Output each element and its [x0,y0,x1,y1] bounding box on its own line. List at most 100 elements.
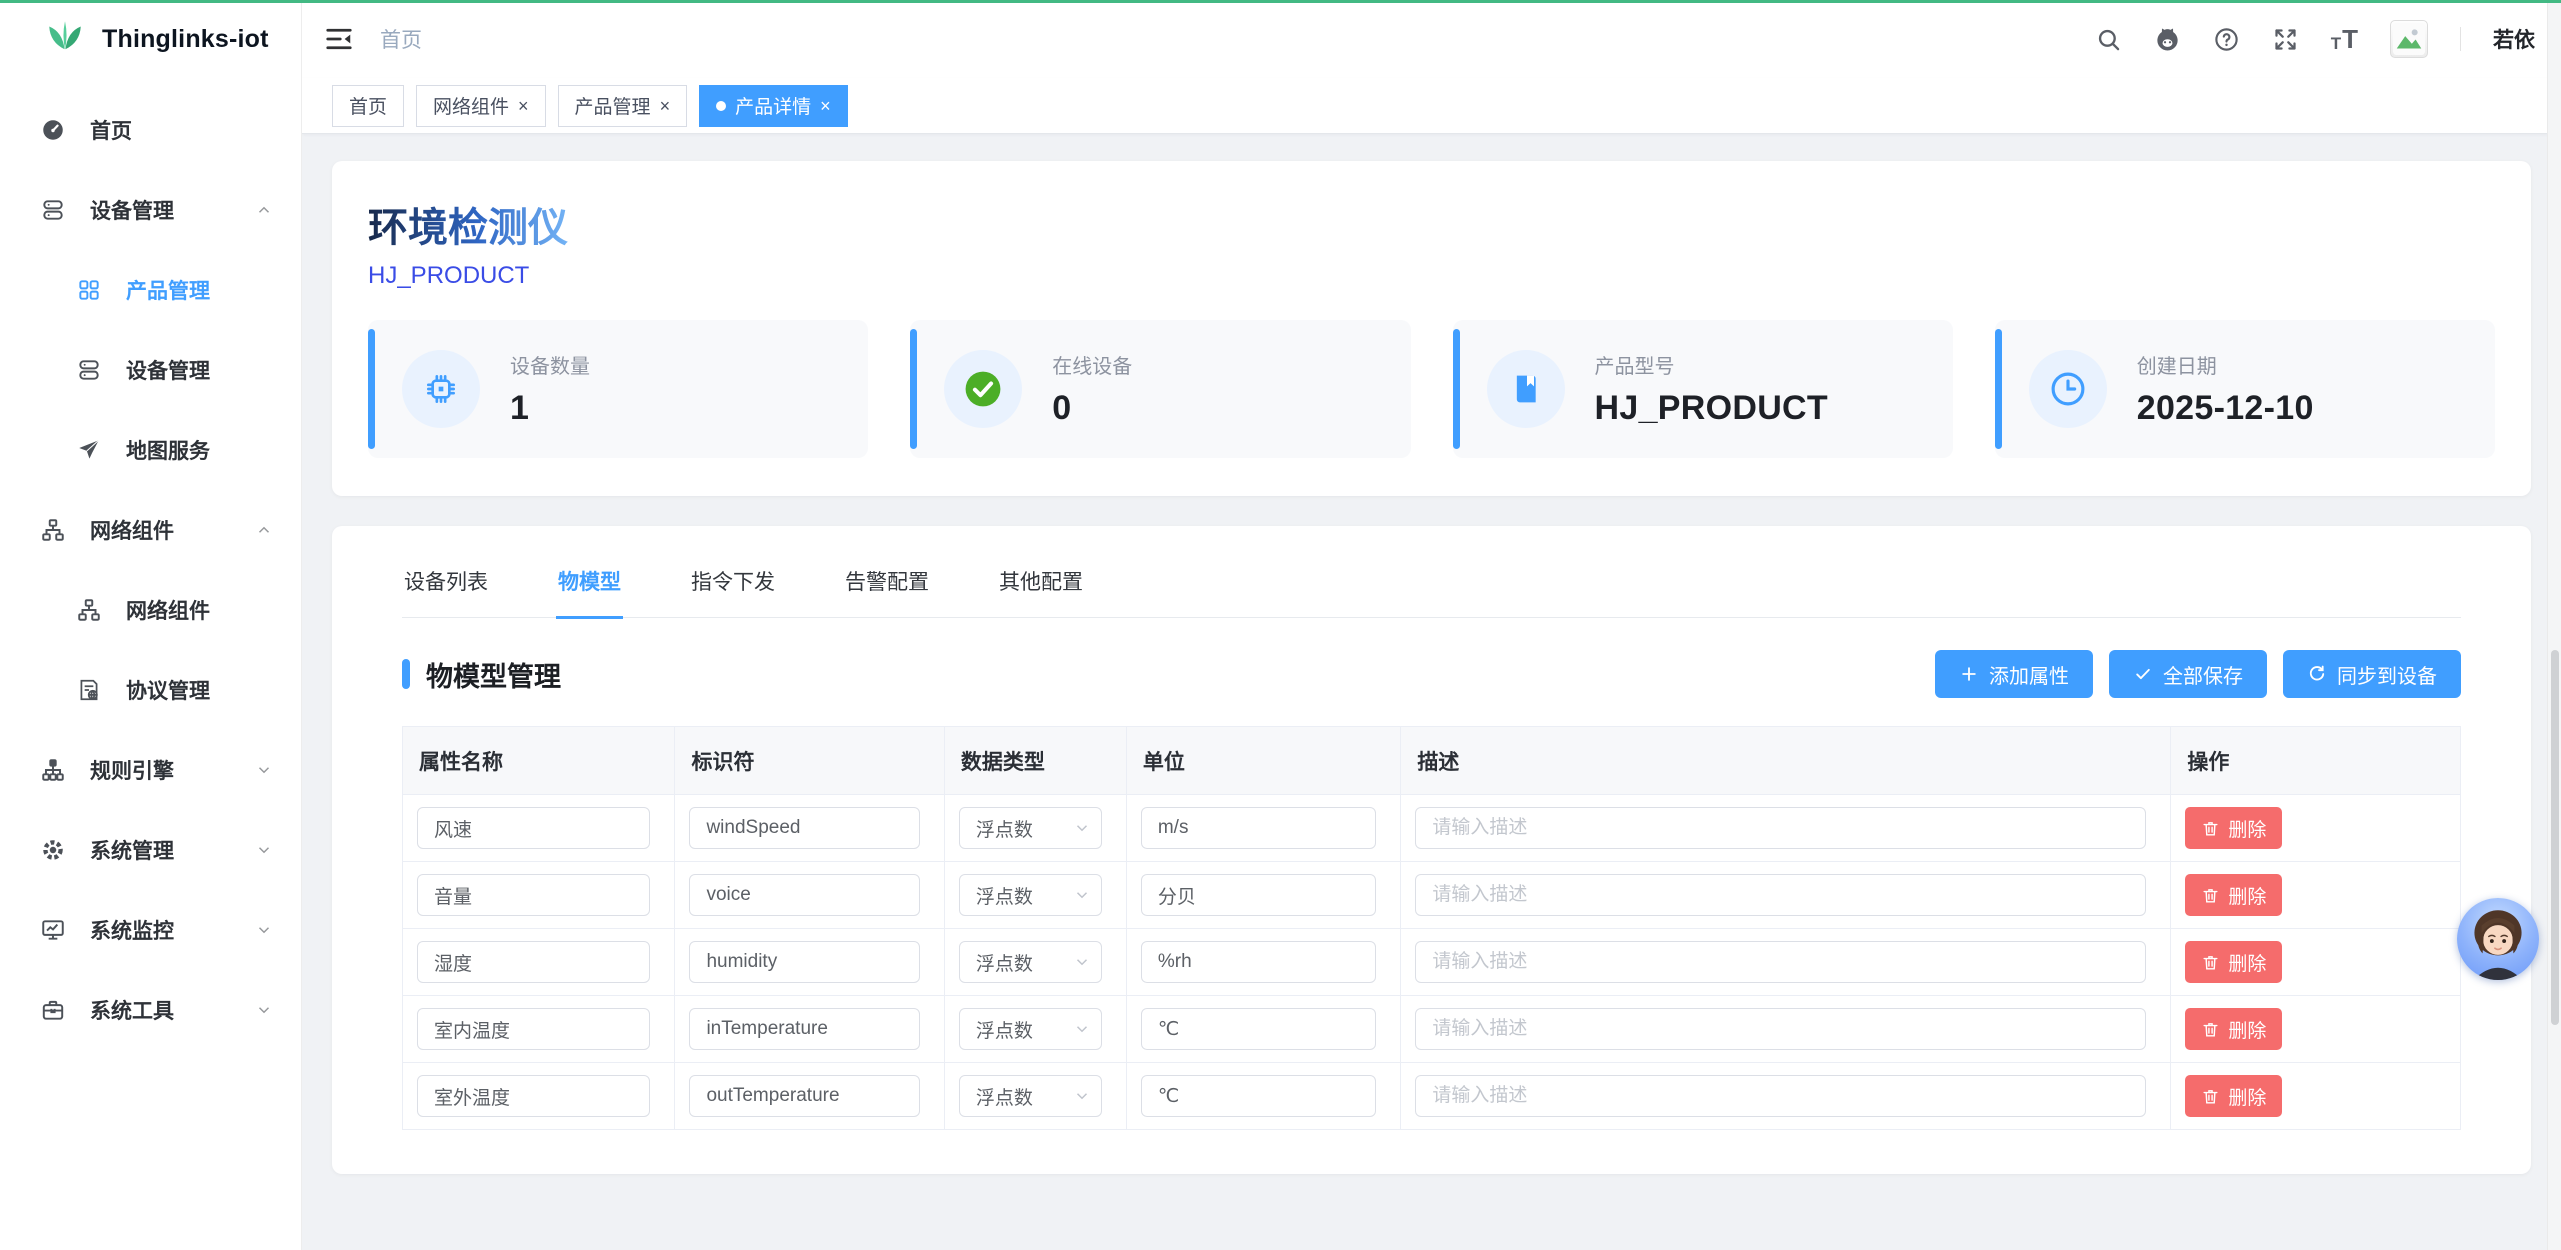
chevron-down-icon [255,761,273,779]
chevron-down-icon [1073,1020,1091,1038]
breadcrumb[interactable]: 首页 [380,24,422,54]
save-all-button[interactable]: 全部保存 [2109,650,2267,698]
delete-button[interactable]: 删除 [2185,874,2282,916]
sidebar-item-system-management[interactable]: 系统管理 [0,810,301,890]
identifier-input[interactable] [689,1075,919,1117]
sidebar-item-product-management[interactable]: 产品管理 [0,250,301,330]
table-row: 浮点数 删除 [403,996,2461,1063]
stat-created-date: 创建日期 2025-12-10 [1995,320,2495,458]
identifier-input[interactable] [689,807,919,849]
sidebar-item-rule-engine[interactable]: 规则引擎 [0,730,301,810]
help-icon[interactable] [2213,26,2240,53]
cartoon-girl-icon [2457,898,2539,980]
stat-label: 创建日期 [2137,350,2314,379]
section-header: 物模型管理 添加属性 全部保存 同步到设备 [402,650,2461,698]
data-type-select[interactable]: 浮点数 [959,1075,1102,1117]
tag-network-components[interactable]: 网络组件 × [416,85,546,127]
data-type-select[interactable]: 浮点数 [959,807,1102,849]
description-input[interactable] [1415,1075,2146,1117]
identifier-input[interactable] [689,941,919,983]
tag-product-detail[interactable]: 产品详情 × [699,85,848,127]
delete-button[interactable]: 删除 [2185,1008,2282,1050]
property-name-input[interactable] [417,1075,650,1117]
grid-icon [76,277,102,303]
check-icon [2133,664,2153,684]
stats-row: 设备数量 1 在线设备 0 [368,320,2495,458]
sidebar-item-device-management-sub[interactable]: 设备管理 [0,330,301,410]
description-input[interactable] [1415,874,2146,916]
unit-input[interactable] [1141,1008,1376,1050]
col-identifier: 标识符 [675,727,944,795]
close-icon[interactable]: × [518,97,529,115]
trash-icon [2201,1087,2220,1106]
loading-progress-bar [0,0,2561,3]
user-avatar[interactable] [2390,20,2428,58]
trash-icon [2201,1020,2220,1039]
sidebar-item-system-monitor[interactable]: 系统监控 [0,890,301,970]
check-circle-icon [944,350,1022,428]
fullscreen-icon[interactable] [2272,26,2299,53]
tab-command-dispatch[interactable]: 指令下发 [689,550,777,617]
description-input[interactable] [1415,941,2146,983]
unit-input[interactable] [1141,807,1376,849]
sidebar-item-network-components[interactable]: 网络组件 [0,490,301,570]
sidebar-item-protocol-management[interactable]: 协议管理 [0,650,301,730]
chip-icon [402,350,480,428]
property-name-input[interactable] [417,1008,650,1050]
username[interactable]: 若依 [2493,24,2535,54]
sidebar-item-home[interactable]: 首页 [0,90,301,170]
sidebar: Thinglinks-iot 首页 设备管理 产品管理 [0,0,302,1250]
page-scrollbar[interactable] [2547,0,2561,1250]
chevron-up-icon [255,201,273,219]
unit-input[interactable] [1141,941,1376,983]
delete-button[interactable]: 删除 [2185,1075,2282,1117]
sidebar-item-map-service[interactable]: 地图服务 [0,410,301,490]
server-icon [40,197,66,223]
tab-alarm-config[interactable]: 告警配置 [843,550,931,617]
page: Thinglinks-iot 首页 设备管理 产品管理 [0,0,2561,1250]
stat-value: HJ_PRODUCT [1595,389,1828,428]
github-icon[interactable] [2154,26,2181,53]
description-input[interactable] [1415,807,2146,849]
sitemap-icon [76,597,102,623]
identifier-input[interactable] [689,1008,919,1050]
menu-fold-icon[interactable] [324,24,354,54]
property-name-input[interactable] [417,807,650,849]
sync-to-device-button[interactable]: 同步到设备 [2283,650,2461,698]
tag-product-management[interactable]: 产品管理 × [558,85,688,127]
tab-thing-model[interactable]: 物模型 [556,550,623,619]
logo[interactable]: Thinglinks-iot [0,0,301,78]
sidebar-item-system-tools[interactable]: 系统工具 [0,970,301,1050]
stat-value: 1 [510,389,590,428]
table-header-row: 属性名称 标识符 数据类型 单位 描述 操作 [403,727,2461,795]
add-property-button[interactable]: 添加属性 [1935,650,2093,698]
plant-logo-icon [44,19,86,60]
active-dot [716,101,726,111]
close-icon[interactable]: × [660,97,671,115]
assistant-avatar[interactable] [2457,898,2539,980]
data-type-select[interactable]: 浮点数 [959,941,1102,983]
sidebar-item-device-management[interactable]: 设备管理 [0,170,301,250]
close-icon[interactable]: × [820,97,831,115]
scrollbar-thumb[interactable] [2551,650,2559,1025]
font-size-icon[interactable]: TT [2331,26,2358,52]
description-input[interactable] [1415,1008,2146,1050]
delete-button[interactable]: 删除 [2185,807,2282,849]
tab-other-config[interactable]: 其他配置 [997,550,1085,617]
unit-input[interactable] [1141,1075,1376,1117]
identifier-input[interactable] [689,874,919,916]
unit-input[interactable] [1141,874,1376,916]
data-type-select[interactable]: 浮点数 [959,874,1102,916]
tag-home[interactable]: 首页 [332,85,404,127]
stat-online-devices: 在线设备 0 [910,320,1410,458]
stat-device-count: 设备数量 1 [368,320,868,458]
tab-device-list[interactable]: 设备列表 [402,550,490,617]
sidebar-menu: 首页 设备管理 产品管理 设备管理 [0,78,301,1050]
delete-button[interactable]: 删除 [2185,941,2282,983]
chevron-down-icon [1073,886,1091,904]
sidebar-item-network-components-sub[interactable]: 网络组件 [0,570,301,650]
property-name-input[interactable] [417,874,650,916]
property-name-input[interactable] [417,941,650,983]
search-icon[interactable] [2095,26,2122,53]
data-type-select[interactable]: 浮点数 [959,1008,1102,1050]
